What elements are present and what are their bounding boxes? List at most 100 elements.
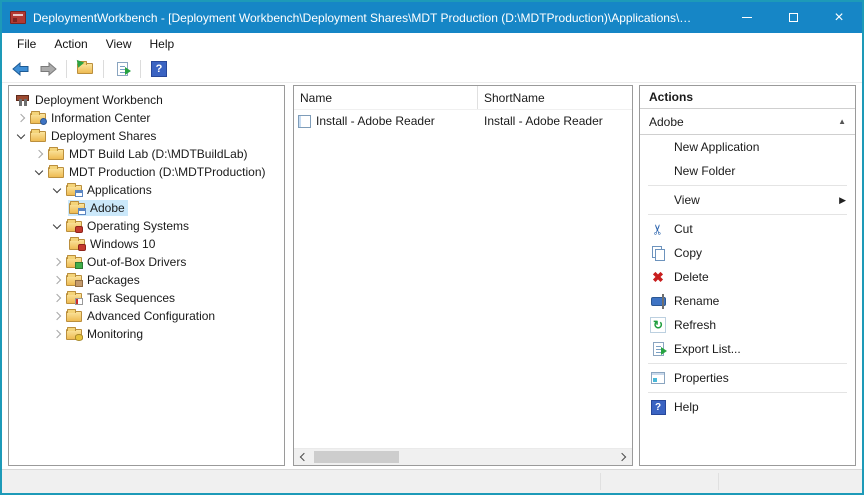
action-label: Rename	[674, 294, 719, 308]
folder-monitoring-icon	[66, 329, 82, 340]
submenu-arrow-icon: ▶	[839, 195, 846, 206]
actions-separator	[648, 363, 847, 364]
tree-item-label: Advanced Configuration	[87, 309, 215, 323]
rename-icon	[651, 297, 666, 306]
action-new-folder[interactable]: New Folder	[640, 159, 855, 183]
window-title: DeploymentWorkbench - [Deployment Workbe…	[33, 11, 693, 25]
tree-item-label: Deployment Shares	[51, 129, 156, 143]
action-label: New Application	[674, 140, 759, 154]
action-label: Copy	[674, 246, 702, 260]
export-list-button[interactable]	[110, 58, 134, 80]
list-item-install-adobe-reader[interactable]: Install - Adobe Reader Install - Adobe R…	[294, 110, 632, 132]
action-properties[interactable]: Properties	[640, 366, 855, 390]
actions-section-label: Adobe	[649, 115, 684, 129]
menu-action[interactable]: Action	[45, 34, 96, 54]
chevron-right-icon[interactable]	[50, 273, 65, 287]
app-icon	[10, 11, 26, 24]
toolbar-separator	[66, 60, 67, 78]
action-rename[interactable]: Rename	[640, 289, 855, 313]
tree-item-applications[interactable]: Applications	[9, 181, 284, 199]
action-help[interactable]: ? Help	[640, 395, 855, 419]
action-label: New Folder	[674, 164, 735, 178]
toolbar-separator	[103, 60, 104, 78]
actions-pane: Actions Adobe ▲ New Application New Fold…	[639, 85, 856, 466]
tree-item-label: Deployment Workbench	[35, 93, 163, 107]
tree-item-adobe[interactable]: Adobe	[9, 199, 284, 217]
export-list-icon	[117, 62, 128, 76]
collapse-section-icon[interactable]: ▲	[838, 117, 846, 126]
export-list-icon	[653, 342, 664, 356]
action-delete[interactable]: ✖ Delete	[640, 265, 855, 289]
show-console-tree-button[interactable]	[73, 58, 97, 80]
menu-view[interactable]: View	[97, 34, 141, 54]
show-console-tree-icon	[77, 63, 93, 74]
help-button[interactable]: ?	[147, 58, 171, 80]
back-button[interactable]	[9, 58, 33, 80]
chevron-right-icon[interactable]	[32, 147, 47, 161]
chevron-down-icon[interactable]	[50, 183, 65, 197]
tree-item-monitoring[interactable]: Monitoring	[9, 325, 284, 343]
chevron-right-icon[interactable]	[14, 111, 29, 125]
horizontal-scrollbar[interactable]	[294, 448, 632, 465]
menu-help[interactable]: Help	[141, 34, 184, 54]
column-header-shortname[interactable]: ShortName	[478, 86, 632, 109]
chevron-right-icon[interactable]	[50, 327, 65, 341]
tree-item-deployment-shares[interactable]: Deployment Shares	[9, 127, 284, 145]
scroll-right-icon[interactable]	[615, 449, 632, 465]
action-view[interactable]: View ▶	[640, 188, 855, 212]
close-button[interactable]: ×	[816, 2, 862, 33]
chevron-down-icon[interactable]	[50, 219, 65, 233]
tree-item-information-center[interactable]: Information Center	[9, 109, 284, 127]
tree-item-label: Out-of-Box Drivers	[87, 255, 186, 269]
folder-icon	[30, 131, 46, 142]
tree-item-out-of-box-drivers[interactable]: Out-of-Box Drivers	[9, 253, 284, 271]
folder-applications-icon	[69, 203, 85, 214]
maximize-icon	[789, 13, 798, 22]
chevron-down-icon[interactable]	[32, 165, 47, 179]
tree-item-operating-systems[interactable]: Operating Systems	[9, 217, 284, 235]
tree-item-packages[interactable]: Packages	[9, 271, 284, 289]
folder-os-icon	[66, 221, 82, 232]
tree-item-task-sequences[interactable]: Task Sequences	[9, 289, 284, 307]
toolbar-separator	[140, 60, 141, 78]
action-export-list[interactable]: Export List...	[640, 337, 855, 361]
forward-button[interactable]	[36, 58, 60, 80]
tree-item-label: Operating Systems	[87, 219, 189, 233]
toolbar: ?	[2, 55, 862, 83]
status-bar	[2, 469, 862, 493]
chevron-right-icon[interactable]	[50, 255, 65, 269]
action-label: Refresh	[674, 318, 716, 332]
action-new-application[interactable]: New Application	[640, 135, 855, 159]
tree-item-advanced-configuration[interactable]: Advanced Configuration	[9, 307, 284, 325]
application-icon	[298, 115, 311, 128]
folder-os-icon	[69, 239, 85, 250]
tree-item-mdt-production[interactable]: MDT Production (D:\MDTProduction)	[9, 163, 284, 181]
tree-item-label: Adobe	[90, 201, 125, 215]
scroll-left-icon[interactable]	[294, 449, 311, 465]
column-header-name[interactable]: Name	[294, 86, 478, 109]
title-bar[interactable]: DeploymentWorkbench - [Deployment Workbe…	[2, 2, 862, 33]
menu-file[interactable]: File	[8, 34, 45, 54]
action-label: View	[674, 193, 700, 207]
tree-item-label: Windows 10	[90, 237, 155, 251]
tree-item-label: Applications	[87, 183, 152, 197]
tree-item-deployment-workbench[interactable]: Deployment Workbench	[9, 91, 284, 109]
tree-item-label: Information Center	[51, 111, 150, 125]
chevron-right-icon[interactable]	[50, 291, 65, 305]
maximize-button[interactable]	[770, 2, 816, 33]
actions-section-adobe[interactable]: Adobe ▲	[640, 109, 855, 135]
tree-item-mdt-build-lab[interactable]: MDT Build Lab (D:\MDTBuildLab)	[9, 145, 284, 163]
chevron-right-icon[interactable]	[50, 309, 65, 323]
minimize-button[interactable]	[724, 2, 770, 33]
action-refresh[interactable]: ↻ Refresh	[640, 313, 855, 337]
actions-separator	[648, 185, 847, 186]
action-cut[interactable]: ✂ Cut	[640, 217, 855, 241]
tree-item-windows-10[interactable]: Windows 10	[9, 235, 284, 253]
help-icon: ?	[151, 61, 167, 77]
cut-icon: ✂	[649, 223, 666, 235]
action-copy[interactable]: Copy	[640, 241, 855, 265]
menu-bar: File Action View Help	[2, 33, 862, 55]
chevron-down-icon[interactable]	[14, 129, 29, 143]
scrollbar-thumb[interactable]	[314, 451, 399, 463]
workbench-icon	[15, 93, 30, 107]
